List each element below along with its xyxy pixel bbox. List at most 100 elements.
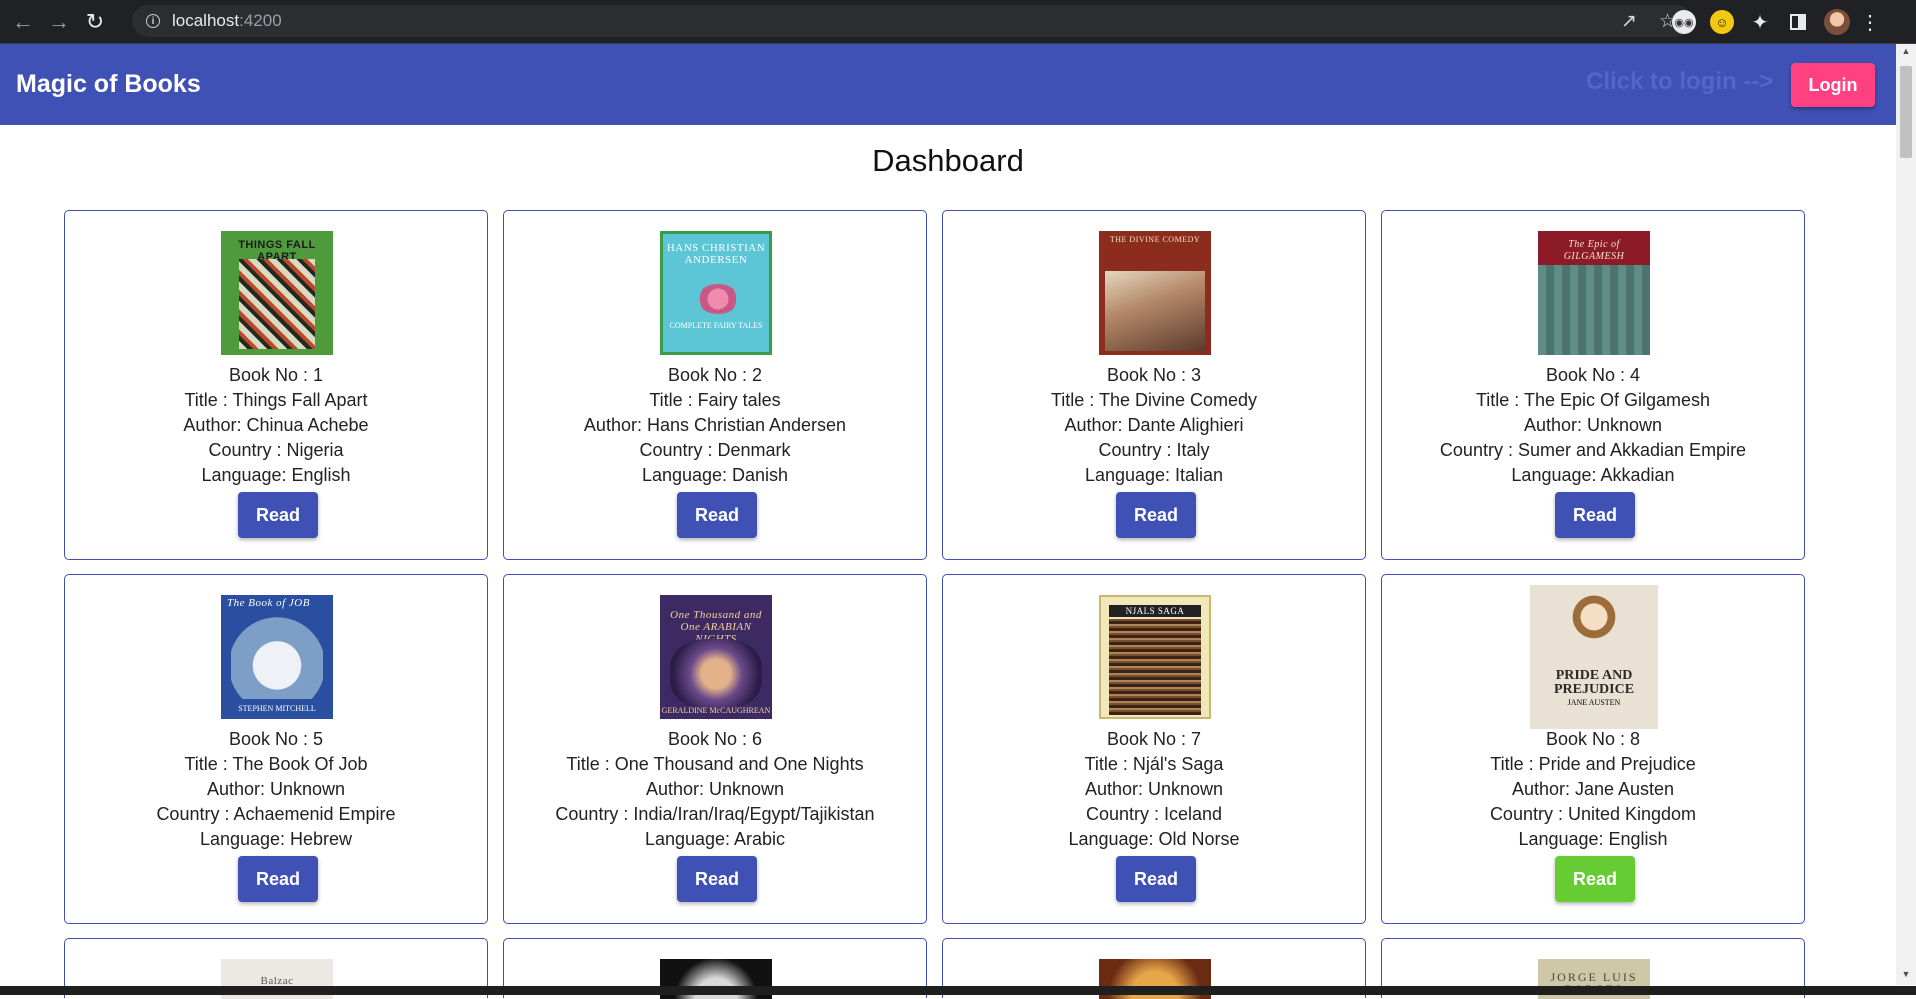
owl-extension-icon[interactable]: ◉◉	[1672, 10, 1696, 34]
back-arrow-icon[interactable]: ←	[10, 9, 36, 35]
cover-title: HANS CHRISTIAN ANDERSEN	[666, 242, 766, 266]
cover-art	[697, 284, 739, 314]
kebab-menu-icon[interactable]: ⋮	[1860, 10, 1880, 34]
browser-toolbar: ← → ↻ i localhost:4200 ↗ ☆ ◉◉ ☺ ✦ ⋮	[0, 0, 1916, 44]
book-info: Book No : 6 Title : One Thousand and One…	[504, 727, 926, 852]
read-button[interactable]: Read	[1555, 856, 1635, 902]
cover-art	[1538, 265, 1650, 355]
read-button[interactable]: Read	[677, 856, 757, 902]
page-scrollbar[interactable]: ▲ ▼	[1896, 44, 1916, 985]
book-cover-image: PRIDE AND PREJUDICE JANE AUSTEN	[1530, 585, 1658, 729]
book-language: Language: Hebrew	[199, 829, 353, 849]
book-author: Author: Unknown	[206, 779, 346, 799]
profile-avatar[interactable]	[1824, 9, 1850, 35]
app-title: Magic of Books	[16, 70, 201, 98]
login-hint: Click to login -->	[1586, 68, 1774, 95]
book-author: Author: Chinua Achebe	[183, 415, 369, 435]
book-author: Author: Dante Alighieri	[1064, 415, 1244, 435]
site-info-icon[interactable]: i	[146, 14, 160, 28]
book-language: Language: Italian	[1084, 465, 1224, 485]
cover-art	[1105, 271, 1205, 351]
book-info: Book No : 8 Title : Pride and Prejudice …	[1382, 727, 1804, 852]
book-country: Country : Denmark	[639, 440, 791, 460]
book-title: Title : Njál's Saga	[1084, 754, 1224, 774]
book-author: Author: Jane Austen	[1511, 779, 1675, 799]
book-no: Book No : 3	[1106, 365, 1202, 385]
book-info: Book No : 1 Title : Things Fall Apart Au…	[65, 363, 487, 488]
book-cover-image: The Epic of GILGAMESH	[1538, 231, 1650, 355]
cover-title: The Book of JOB	[227, 597, 310, 609]
cover-art	[1558, 591, 1630, 665]
cover-title: NJALS SAGA	[1109, 605, 1201, 617]
cover-art	[231, 615, 323, 699]
book-no: Book No : 4	[1545, 365, 1641, 385]
cover-art	[670, 639, 762, 709]
book-title: Title : The Epic Of Gilgamesh	[1475, 390, 1711, 410]
page-title: Dashboard	[872, 143, 1024, 178]
scroll-thumb[interactable]	[1900, 66, 1912, 158]
extension-icons: ◉◉ ☺ ✦ ⋮	[1672, 6, 1880, 38]
book-country: Country : Achaemenid Empire	[156, 804, 396, 824]
share-icon[interactable]: ↗	[1621, 10, 1637, 33]
book-title: Title : Pride and Prejudice	[1490, 754, 1696, 774]
read-button[interactable]: Read	[1116, 856, 1196, 902]
read-button[interactable]: Read	[1116, 492, 1196, 538]
book-title: Title : Things Fall Apart	[184, 390, 368, 410]
book-card: The Book of JOB STEPHEN MITCHELL Book No…	[64, 574, 488, 924]
book-country: Country : Italy	[1098, 440, 1210, 460]
book-card: HANS CHRISTIAN ANDERSEN COMPLETE FAIRY T…	[503, 210, 927, 560]
book-country: Country : Sumer and Akkadian Empire	[1439, 440, 1747, 460]
book-card: NJALS SAGA Book No : 7 Title : Njál's Sa…	[942, 574, 1366, 924]
read-button[interactable]: Read	[677, 492, 757, 538]
cover-title: PRIDE AND PREJUDICE	[1553, 668, 1635, 697]
book-info: Book No : 7 Title : Njál's Saga Author: …	[943, 727, 1365, 852]
cover-subtitle: GERALDINE McCAUGHREAN	[661, 706, 771, 715]
address-bar[interactable]: i localhost:4200 ↗ ☆	[132, 5, 1692, 37]
scroll-up-arrow-icon[interactable]: ▲	[1896, 46, 1916, 60]
book-country: Country : United Kingdom	[1489, 804, 1697, 824]
book-language: Language: English	[201, 465, 351, 485]
forward-arrow-icon[interactable]: →	[46, 9, 72, 35]
reload-icon[interactable]: ↻	[82, 9, 108, 35]
scroll-down-arrow-icon[interactable]: ▼	[1896, 969, 1916, 983]
read-button[interactable]: Read	[1555, 492, 1635, 538]
book-no: Book No : 5	[228, 729, 324, 749]
book-cover-image: THE DIVINE COMEDY	[1099, 231, 1211, 355]
emoji-extension-icon[interactable]: ☺	[1710, 10, 1734, 34]
book-country: Country : Iceland	[1085, 804, 1223, 824]
cover-subtitle: COMPLETE FAIRY TALES	[669, 321, 763, 330]
cover-art	[239, 259, 315, 349]
book-language: Language: Akkadian	[1511, 465, 1675, 485]
taskbar	[0, 986, 1916, 995]
url-port: :4200	[239, 11, 282, 30]
book-info: Book No : 4 Title : The Epic Of Gilgames…	[1382, 363, 1804, 488]
book-cover-image: THINGS FALL APART	[221, 231, 333, 355]
book-language: Language: Arabic	[644, 829, 786, 849]
side-panel-icon[interactable]	[1786, 10, 1810, 34]
read-button[interactable]: Read	[238, 492, 318, 538]
book-author: Author: Hans Christian Andersen	[583, 415, 847, 435]
book-author: Author: Unknown	[1523, 415, 1663, 435]
cover-title: THE DIVINE COMEDY	[1109, 235, 1201, 244]
book-language: Language: Danish	[641, 465, 789, 485]
cover-subtitle: JANE AUSTEN	[1567, 698, 1621, 707]
book-cover-image: One Thousand and One ARABIAN NIGHTS GERA…	[660, 595, 772, 719]
book-info: Book No : 2 Title : Fairy tales Author: …	[504, 363, 926, 488]
book-no: Book No : 8	[1545, 729, 1641, 749]
book-language: Language: Old Norse	[1068, 829, 1240, 849]
puzzle-extensions-icon[interactable]: ✦	[1748, 10, 1772, 34]
read-button[interactable]: Read	[238, 856, 318, 902]
book-country: Country : Nigeria	[208, 440, 344, 460]
url-host: localhost	[172, 11, 240, 30]
book-no: Book No : 6	[667, 729, 763, 749]
app-toolbar: Magic of Books Click to login --> Login	[0, 44, 1896, 125]
book-language: Language: English	[1518, 829, 1668, 849]
cover-title: The Epic of GILGAMESH	[1563, 239, 1625, 262]
book-country: Country : India/Iran/Iraq/Egypt/Tajikist…	[555, 804, 875, 824]
book-no: Book No : 7	[1106, 729, 1202, 749]
cover-art	[1109, 619, 1201, 715]
book-no: Book No : 2	[667, 365, 763, 385]
book-info: Book No : 3 Title : The Divine Comedy Au…	[943, 363, 1365, 488]
login-button[interactable]: Login	[1791, 63, 1875, 107]
book-title: Title : One Thousand and One Nights	[566, 754, 864, 774]
